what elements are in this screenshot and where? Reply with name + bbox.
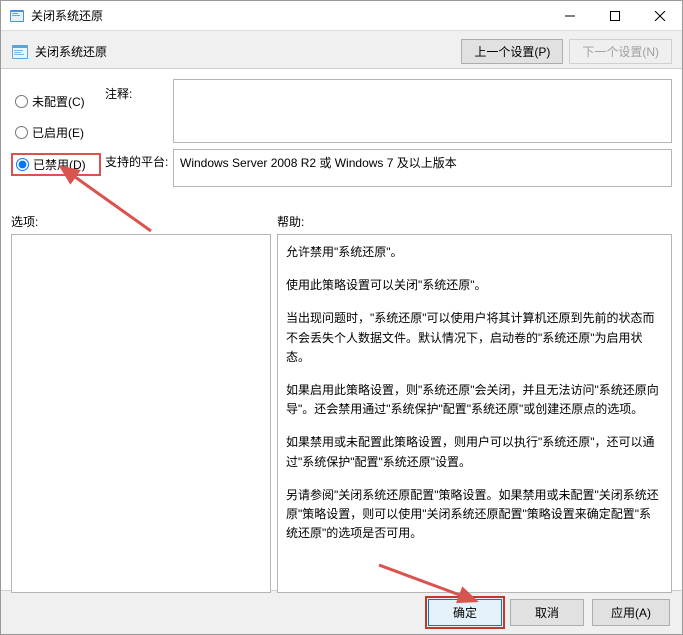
help-label: 帮助: <box>277 213 672 230</box>
radio-enabled[interactable]: 已启用(E) <box>11 122 101 143</box>
cancel-button[interactable]: 取消 <box>510 599 584 626</box>
help-p0: 允许禁用"系统还原"。 <box>286 243 663 262</box>
radio-enabled-input[interactable] <box>15 126 28 139</box>
header-title: 关闭系统还原 <box>35 43 455 60</box>
help-p2: 当出现问题时，"系统还原"可以使用户将其计算机还原到先前的状态而不会丢失个人数据… <box>286 309 663 367</box>
comment-textbox[interactable] <box>173 79 672 143</box>
dialog-button-row: 确定 取消 应用(A) <box>1 590 682 634</box>
minimize-button[interactable] <box>547 1 592 30</box>
window-controls <box>547 1 682 30</box>
prev-setting-button[interactable]: 上一个设置(P) <box>461 39 563 64</box>
help-box: 允许禁用"系统还原"。 使用此策略设置可以关闭"系统还原"。 当出现问题时，"系… <box>277 234 672 593</box>
header-row: 关闭系统还原 上一个设置(P) 下一个设置(N) <box>1 31 682 69</box>
help-p5: 另请参阅"关闭系统还原配置"策略设置。如果禁用或未配置"关闭系统还原"策略设置，… <box>286 486 663 544</box>
window-title: 关闭系统还原 <box>31 7 547 24</box>
help-p3: 如果启用此策略设置，则"系统还原"会关闭，并且无法访问"系统还原向导"。还会禁用… <box>286 381 663 419</box>
platform-text: Windows Server 2008 R2 或 Windows 7 及以上版本 <box>180 156 457 170</box>
close-button[interactable] <box>637 1 682 30</box>
content-area: 未配置(C) 已启用(E) 已禁用(D) 注释: 支持的平台: Windows … <box>1 69 682 590</box>
options-label: 选项: <box>11 213 271 230</box>
comment-label: 注释: <box>105 79 169 102</box>
radio-disabled-label: 已禁用(D) <box>33 156 86 173</box>
radio-not-configured-input[interactable] <box>15 95 28 108</box>
window-titlebar: 关闭系统还原 <box>1 1 682 31</box>
app-icon <box>9 8 25 24</box>
radio-not-configured-label: 未配置(C) <box>32 93 85 110</box>
radio-disabled[interactable]: 已禁用(D) <box>11 153 101 176</box>
radio-not-configured[interactable]: 未配置(C) <box>11 91 101 112</box>
ok-button[interactable]: 确定 <box>428 599 502 626</box>
policy-icon <box>11 43 29 61</box>
next-setting-button: 下一个设置(N) <box>569 39 672 64</box>
help-p1: 使用此策略设置可以关闭"系统还原"。 <box>286 276 663 295</box>
maximize-button[interactable] <box>592 1 637 30</box>
radio-enabled-label: 已启用(E) <box>32 124 84 141</box>
options-box <box>11 234 271 593</box>
apply-button[interactable]: 应用(A) <box>592 599 670 626</box>
platform-textbox: Windows Server 2008 R2 或 Windows 7 及以上版本 <box>173 149 672 187</box>
platform-label: 支持的平台: <box>105 149 169 170</box>
state-radio-group: 未配置(C) 已启用(E) 已禁用(D) <box>11 79 101 176</box>
help-p4: 如果禁用或未配置此策略设置，则用户可以执行"系统还原"，还可以通过"系统保护"配… <box>286 433 663 471</box>
radio-disabled-input[interactable] <box>16 158 29 171</box>
